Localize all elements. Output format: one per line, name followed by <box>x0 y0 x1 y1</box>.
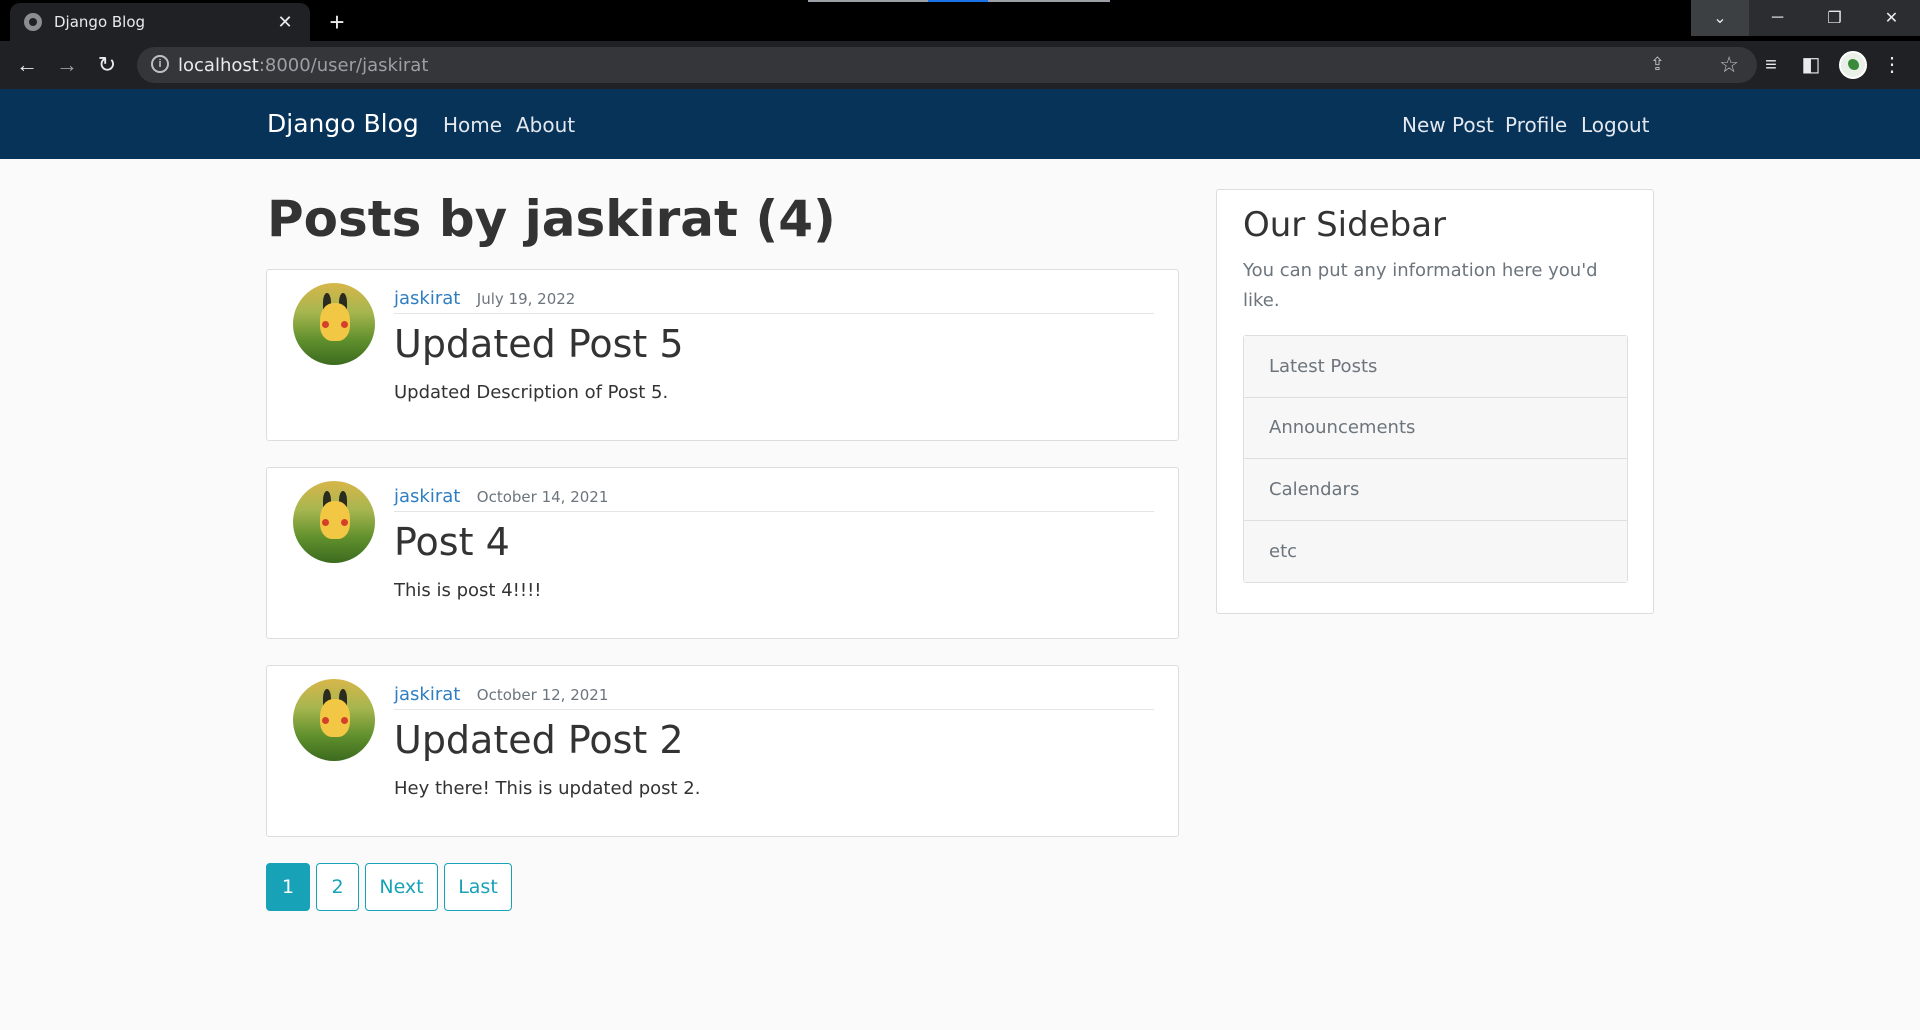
share-icon[interactable]: ⇪ <box>1650 54 1665 75</box>
close-window-button[interactable]: ✕ <box>1863 0 1920 36</box>
last-page-button[interactable]: Last <box>444 863 512 911</box>
post-author-link[interactable]: jaskirat <box>394 684 460 705</box>
close-tab-icon[interactable]: ✕ <box>274 12 296 33</box>
author-avatar <box>293 283 375 365</box>
post-meta: jaskirat October 12, 2021 <box>394 684 1154 710</box>
brand-link[interactable]: Django Blog <box>267 109 419 138</box>
minimize-button[interactable]: ─ <box>1749 0 1806 36</box>
back-arrow-icon[interactable]: ← <box>12 50 42 80</box>
menu-kebab-icon[interactable]: ⋮ <box>1877 50 1907 80</box>
page-title: Posts by jaskirat (4) <box>267 190 836 248</box>
globe-icon <box>24 13 42 31</box>
sidebar-item-etc[interactable]: etc <box>1244 520 1627 582</box>
post-content: Updated Description of Post 5. <box>394 382 669 403</box>
bookmark-star-icon[interactable]: ☆ <box>1719 52 1739 78</box>
sidebar-item-calendars[interactable]: Calendars <box>1244 459 1627 521</box>
window-controls: ⌄ ─ ❐ ✕ <box>1691 0 1920 36</box>
nav-profile-link[interactable]: Profile <box>1505 113 1567 137</box>
page-1-button[interactable]: 1 <box>266 863 310 911</box>
sidebar-subtitle: You can put any information here you'd l… <box>1243 260 1598 311</box>
post-meta: jaskirat July 19, 2022 <box>394 288 1154 314</box>
sidebar-item-announcements[interactable]: Announcements <box>1244 397 1627 459</box>
pagination: 1 2 Next Last <box>266 863 512 911</box>
browser-toolbar: ← → ↻ i localhost:8000/user/jaskirat ⇪ ☆… <box>0 41 1920 89</box>
post-card: jaskirat October 14, 2021 Post 4 This is… <box>266 467 1179 639</box>
post-date: October 14, 2021 <box>476 488 609 506</box>
sidebar-list: Latest Posts Announcements Calendars etc <box>1243 335 1628 583</box>
address-bar[interactable]: i localhost:8000/user/jaskirat ⇪ ☆ <box>137 47 1757 83</box>
author-avatar <box>293 679 375 761</box>
sidebar-title: Our Sidebar <box>1243 205 1447 245</box>
nav-home-link[interactable]: Home <box>443 113 502 137</box>
restore-button[interactable]: ❐ <box>1806 0 1863 36</box>
site-info-icon[interactable]: i <box>151 55 169 73</box>
post-content: Hey there! This is updated post 2. <box>394 778 701 799</box>
loading-indicator <box>808 0 1110 2</box>
post-date: July 19, 2022 <box>476 290 576 308</box>
author-avatar <box>293 481 375 563</box>
media-controls-icon[interactable]: ≡ <box>1756 50 1786 80</box>
post-meta: jaskirat October 14, 2021 <box>394 486 1154 512</box>
post-card: jaskirat October 12, 2021 Updated Post 2… <box>266 665 1179 837</box>
browser-tab[interactable]: Django Blog ✕ <box>10 3 310 41</box>
page-2-button[interactable]: 2 <box>316 863 359 911</box>
url-text[interactable]: localhost:8000/user/jaskirat <box>178 55 428 76</box>
tab-title: Django Blog <box>54 13 146 31</box>
site-navbar: Django Blog Home About New Post Profile … <box>0 89 1920 159</box>
profile-avatar[interactable] <box>1839 51 1867 79</box>
url-host: localhost <box>178 55 259 76</box>
browser-tabstrip: Django Blog ✕ + ⌄ ─ ❐ ✕ <box>0 0 1920 41</box>
side-panel-icon[interactable]: ◧ <box>1796 50 1826 80</box>
reload-icon[interactable]: ↻ <box>92 50 122 80</box>
post-author-link[interactable]: jaskirat <box>394 288 460 309</box>
sidebar-item-latest-posts[interactable]: Latest Posts <box>1244 336 1627 398</box>
nav-about-link[interactable]: About <box>516 113 575 137</box>
post-title-link[interactable]: Post 4 <box>394 520 510 564</box>
post-author-link[interactable]: jaskirat <box>394 486 460 507</box>
forward-arrow-icon[interactable]: → <box>52 50 82 80</box>
sidebar: Our Sidebar You can put any information … <box>1216 189 1654 614</box>
nav-new-post-link[interactable]: New Post <box>1402 113 1494 137</box>
post-card: jaskirat July 19, 2022 Updated Post 5 Up… <box>266 269 1179 441</box>
tab-search-icon[interactable]: ⌄ <box>1691 0 1749 36</box>
url-path: :8000/user/jaskirat <box>258 55 429 76</box>
next-page-button[interactable]: Next <box>365 863 438 911</box>
post-content: This is post 4!!!! <box>394 580 542 601</box>
post-date: October 12, 2021 <box>476 686 609 704</box>
nav-logout-link[interactable]: Logout <box>1581 113 1649 137</box>
post-title-link[interactable]: Updated Post 2 <box>394 718 684 762</box>
post-title-link[interactable]: Updated Post 5 <box>394 322 684 366</box>
new-tab-button[interactable]: + <box>322 7 352 37</box>
